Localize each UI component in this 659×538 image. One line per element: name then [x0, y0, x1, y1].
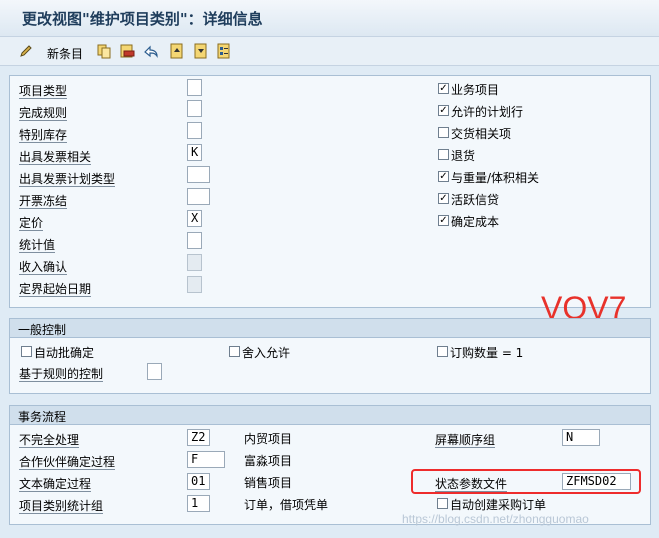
special-stock-label: 特别库存: [19, 128, 68, 143]
statistical-value-label: 统计值: [19, 238, 56, 253]
pricing-field[interactable]: X: [187, 210, 202, 227]
text-procedure-label: 文本确定过程: [19, 477, 92, 492]
general-control-title: 一般控制: [18, 323, 67, 337]
credit-active-checkbox[interactable]: ✓: [438, 193, 449, 204]
completion-rule-field[interactable]: [187, 100, 202, 117]
text-procedure-desc: 销售项目: [244, 476, 293, 490]
rule-based-control-label: 基于规则的控制: [19, 367, 104, 382]
partner-procedure-field[interactable]: F: [187, 451, 225, 468]
auto-po-checkbox[interactable]: [437, 498, 448, 509]
screen-sequence-label: 屏幕顺序组: [435, 433, 496, 448]
incompletion-procedure-label: 不完全处理: [19, 433, 80, 448]
statistical-value-field[interactable]: [187, 232, 202, 249]
billing-block-label: 开票冻结: [19, 194, 68, 209]
revenue-recognition-label: 收入确认: [19, 260, 68, 275]
accrual-start-date-field: [187, 276, 202, 293]
application-toolbar: 新条目: [0, 37, 659, 66]
billing-relevance-label: 出具发票相关: [19, 150, 92, 165]
status-profile-highlight: [411, 469, 641, 494]
returns-label: 退货: [451, 149, 476, 163]
credit-active-label: 活跃信贷: [451, 193, 500, 207]
completion-rule-label: 完成规则: [19, 106, 68, 121]
transaction-flow-panel: 事务流程 不完全处理 Z2 内贸项目 合作伙伴确定过程 F 富淼项目 文本确定过…: [9, 405, 651, 525]
item-stat-group-label: 项目类别统计组: [19, 499, 104, 514]
billing-relevance-field[interactable]: K: [187, 144, 202, 161]
billing-plan-type-label: 出具发票计划类型: [19, 172, 116, 187]
determine-cost-label: 确定成本: [451, 215, 500, 229]
determine-cost-checkbox[interactable]: ✓: [438, 215, 449, 226]
detail-panel: 项目类型 完成规则 特别库存 出具发票相关 K 出具发票计划类型 开票冻结 定价…: [9, 75, 651, 308]
general-control-header: 一般控制: [10, 319, 650, 338]
delete-icon[interactable]: [119, 43, 135, 59]
window-title: 更改视图"维护项目类别"：详细信息: [22, 10, 263, 28]
partner-procedure-label: 合作伙伴确定过程: [19, 455, 116, 470]
delivery-relevant-label: 交货相关项: [451, 127, 512, 141]
accrual-start-date-label: 定界起始日期: [19, 282, 92, 297]
select-icon[interactable]: [216, 43, 232, 59]
auto-batch-checkbox[interactable]: [21, 346, 32, 357]
new-entries-button[interactable]: 新条目: [47, 45, 83, 62]
schedule-lines-allowed-label: 允许的计划行: [451, 105, 524, 119]
watermark: https://blog.csdn.net/zhongguomao: [402, 512, 589, 526]
transaction-flow-header: 事务流程: [10, 406, 650, 425]
billing-plan-type-field[interactable]: [187, 166, 210, 183]
rounding-allowed-checkbox[interactable]: [229, 346, 240, 357]
edit-icon[interactable]: [18, 43, 34, 59]
incompletion-procedure-field[interactable]: Z2: [187, 429, 210, 446]
prev-entry-icon[interactable]: [169, 43, 185, 59]
rounding-allowed-label: 舍入允许: [242, 346, 291, 360]
schedule-lines-allowed-checkbox[interactable]: ✓: [438, 105, 449, 116]
rule-based-control-field[interactable]: [147, 363, 162, 380]
billing-block-field[interactable]: [187, 188, 210, 205]
pricing-label: 定价: [19, 216, 44, 231]
next-entry-icon[interactable]: [193, 43, 209, 59]
copy-icon[interactable]: [96, 43, 112, 59]
transaction-flow-title: 事务流程: [18, 410, 67, 424]
general-control-panel: 一般控制 自动批确定 舍入允许 订购数量 = 1 基于规则的控制: [9, 318, 651, 394]
undo-icon[interactable]: [143, 43, 159, 59]
item-stat-group-field[interactable]: 1: [187, 495, 210, 512]
returns-checkbox[interactable]: [438, 149, 449, 160]
auto-batch-label: 自动批确定: [34, 346, 95, 360]
order-qty-one-checkbox[interactable]: [437, 346, 448, 357]
weight-volume-relevant-label: 与重量/体积相关: [451, 171, 540, 185]
item-type-label: 项目类型: [19, 84, 68, 99]
incompletion-procedure-desc: 内贸项目: [244, 432, 293, 446]
item-type-field[interactable]: [187, 79, 202, 96]
title-bar: 更改视图"维护项目类别"：详细信息: [0, 0, 659, 37]
delivery-relevant-checkbox[interactable]: [438, 127, 449, 138]
text-procedure-field[interactable]: 01: [187, 473, 210, 490]
business-item-label: 业务项目: [451, 83, 500, 97]
screen-sequence-field[interactable]: N: [562, 429, 600, 446]
item-stat-group-desc: 订单，借项凭单: [244, 498, 329, 512]
business-item-checkbox[interactable]: ✓: [438, 83, 449, 94]
weight-volume-relevant-checkbox[interactable]: ✓: [438, 171, 449, 182]
special-stock-field[interactable]: [187, 122, 202, 139]
partner-procedure-desc: 富淼项目: [244, 454, 293, 468]
auto-po-label: 自动创建采购订单: [450, 498, 547, 512]
order-qty-one-label: 订购数量 = 1: [450, 346, 524, 360]
revenue-recognition-field: [187, 254, 202, 271]
